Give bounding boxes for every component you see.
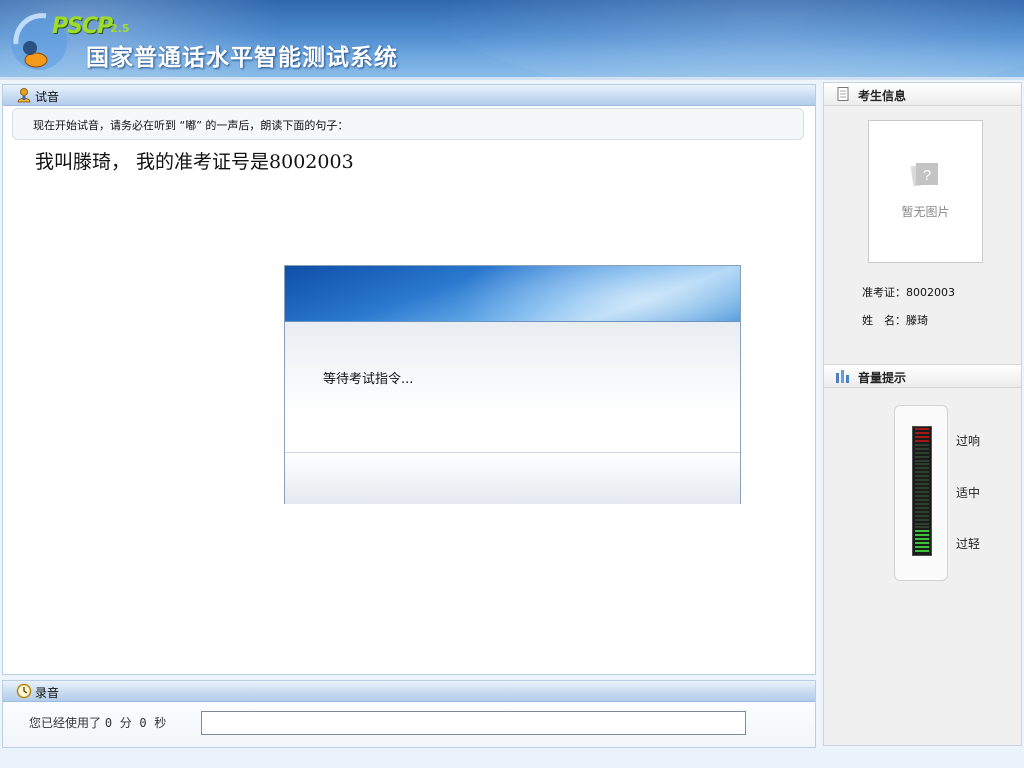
volume-meter xyxy=(912,426,932,556)
level-too-loud: 过响 xyxy=(956,434,981,448)
clock-icon xyxy=(16,683,32,699)
volume-meter-segment xyxy=(915,471,929,474)
reading-sentence: 我叫滕琦， 我的准考证号是8002003 xyxy=(35,151,354,173)
volume-meter-segment xyxy=(915,443,929,446)
elapsed-prefix: 您已经使用了 xyxy=(29,716,102,730)
logo-text: PSCP xyxy=(52,14,113,39)
candidate-photo: ? 暂无图片 xyxy=(868,120,983,263)
volume-meter-segment xyxy=(915,467,929,470)
app-header: PSCP 2.5 国家普通话水平智能测试系统 xyxy=(0,0,1024,80)
volume-meter-segment xyxy=(915,538,929,541)
elapsed-time-text: 您已经使用了 0 分 0 秒 xyxy=(29,714,166,731)
level-too-quiet: 过轻 xyxy=(956,537,981,551)
recording-section-title: 录音 xyxy=(35,686,60,700)
candidate-section-bar: 考生信息 xyxy=(824,83,1021,106)
volume-meter-segment xyxy=(915,487,929,490)
volume-meter-segment xyxy=(915,459,929,462)
volume-meter-segment xyxy=(915,439,929,442)
ticket-number-row: 准考证：8002003 xyxy=(862,284,955,300)
dialog-message: 等待考试指令... xyxy=(323,372,414,387)
volume-meter-segment xyxy=(915,514,929,517)
volume-section-title: 音量提示 xyxy=(858,371,907,385)
header-divider xyxy=(0,77,1024,80)
seconds-unit: 秒 xyxy=(154,716,167,730)
volume-meter-segment xyxy=(915,506,929,509)
name-label: 姓 名： xyxy=(862,314,906,327)
elapsed-minutes: 0 xyxy=(104,716,113,730)
name-value: 滕琦 xyxy=(906,314,928,327)
volume-meter-segment xyxy=(915,502,929,505)
ticket-value: 8002003 xyxy=(906,286,955,299)
level-moderate: 适中 xyxy=(956,486,981,500)
volume-meter-frame xyxy=(894,405,948,581)
instruction-box: 现在开始试音，请务必在听到 “嘟” 的一声后，朗读下面的句子： xyxy=(12,108,804,140)
recording-section-bar: 录音 xyxy=(3,681,815,702)
volume-meter-segment xyxy=(915,522,929,525)
minutes-unit: 分 xyxy=(119,716,132,730)
volume-meter-segment xyxy=(915,550,929,553)
elapsed-seconds: 0 xyxy=(139,716,147,730)
document-icon xyxy=(837,87,849,101)
recording-progress-bar xyxy=(201,711,746,735)
ticket-label: 准考证： xyxy=(862,286,906,299)
dialog-banner xyxy=(285,266,740,322)
trial-section-title: 试音 xyxy=(35,90,60,104)
logo-version: 2.5 xyxy=(110,22,130,35)
volume-section-bar: 音量提示 xyxy=(824,365,1021,388)
dialog-footer xyxy=(285,452,740,504)
volume-meter-segment xyxy=(915,510,929,513)
volume-meter-segment xyxy=(915,534,929,537)
image-placeholder-icon: ? xyxy=(910,163,938,187)
recording-panel: 录音 您已经使用了 0 分 0 秒 xyxy=(2,680,816,748)
volume-meter-segment xyxy=(915,431,929,434)
candidate-section-title: 考生信息 xyxy=(858,89,907,103)
user-mic-icon xyxy=(17,88,31,103)
bottom-strip xyxy=(0,748,1024,768)
dialog-banner-decoration xyxy=(425,266,740,321)
waiting-dialog: 等待考试指令... xyxy=(284,265,741,504)
volume-meter-segment xyxy=(915,435,929,438)
volume-bars-icon xyxy=(836,370,849,383)
header-decoration-right xyxy=(420,0,1024,80)
photo-placeholder-text: 暂无图片 xyxy=(901,205,950,219)
volume-meter-segment xyxy=(915,498,929,501)
volume-meter-segment xyxy=(915,491,929,493)
volume-meter-segment xyxy=(915,428,929,430)
volume-meter-segment xyxy=(915,451,929,454)
volume-meter-segment xyxy=(915,483,929,486)
side-panel: 考生信息 ? 暂无图片 准考证：8002003 姓 名：滕琦 音量提示 过响 适… xyxy=(823,82,1022,746)
volume-meter-segment xyxy=(915,463,929,466)
volume-meter-segment xyxy=(915,447,929,450)
volume-meter-segment xyxy=(915,546,929,549)
volume-meter-segment xyxy=(915,530,929,533)
dialog-body: 等待考试指令... xyxy=(285,322,740,452)
volume-meter-segment xyxy=(915,494,929,497)
volume-meter-segment xyxy=(915,518,929,521)
trial-section-bar: 试音 xyxy=(3,85,815,106)
volume-meter-segment xyxy=(915,475,929,478)
volume-meter-segment xyxy=(915,526,929,529)
app-title: 国家普通话水平智能测试系统 xyxy=(86,45,398,71)
volume-meter-segment xyxy=(915,455,929,458)
svg-text:?: ? xyxy=(923,167,931,184)
candidate-name-row: 姓 名：滕琦 xyxy=(862,312,928,328)
instruction-text: 现在开始试音，请务必在听到 “嘟” 的一声后，朗读下面的句子： xyxy=(33,119,349,132)
volume-meter-segment xyxy=(915,542,929,545)
volume-meter-segment xyxy=(915,479,929,482)
